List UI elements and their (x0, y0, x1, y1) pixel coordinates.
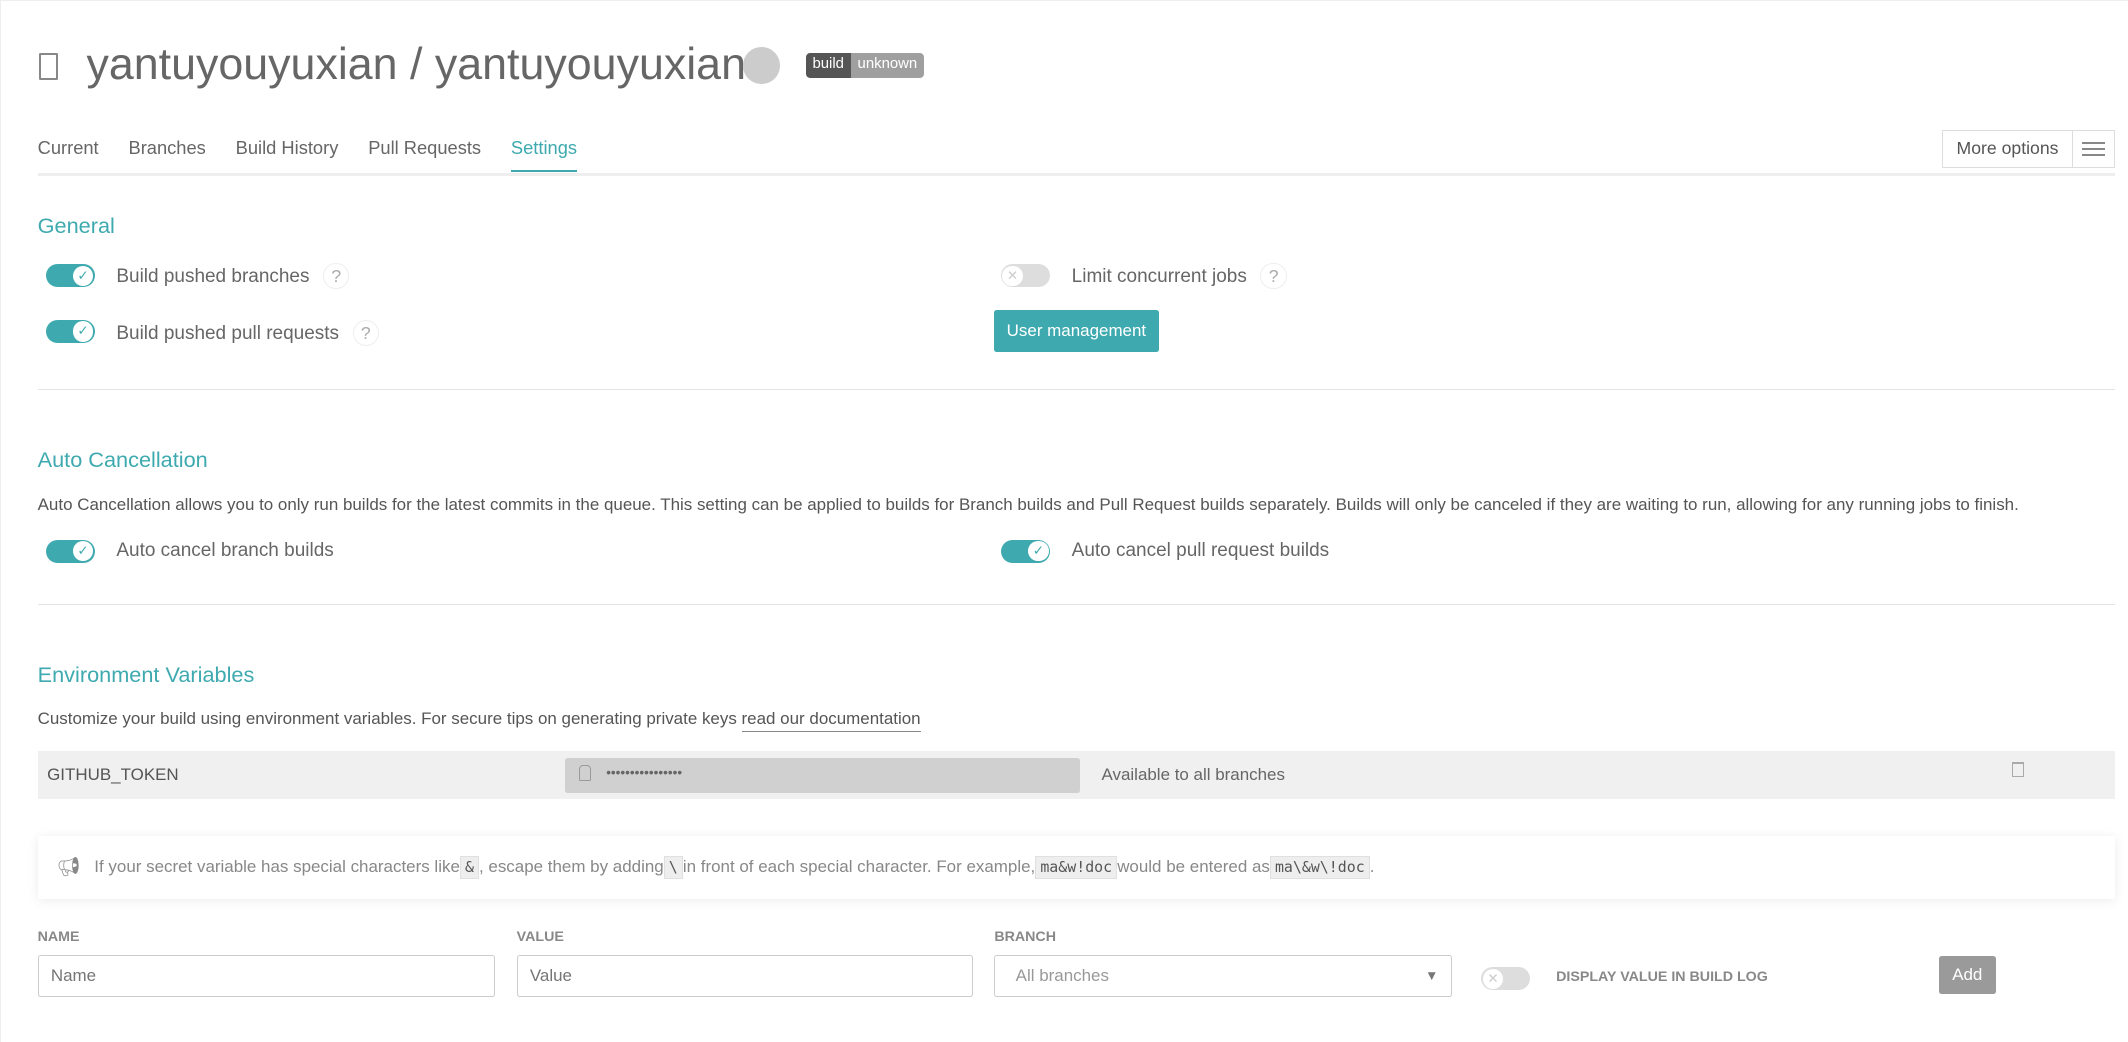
general-heading: General (37, 212, 115, 238)
megaphone-icon: 📢︎ (56, 857, 81, 879)
auto-cancel-pr-label: Auto cancel pull request builds (1071, 539, 1330, 561)
value-field-label: VALUE (516, 929, 564, 946)
limit-concurrent-row: Limit concurrent jobs? (1071, 262, 1287, 290)
name-field-label: NAME (37, 929, 80, 946)
hamburger-icon (2072, 130, 2114, 167)
env-vars-heading: Environment Variables (37, 661, 255, 687)
add-button[interactable]: Add (1938, 956, 1996, 995)
note-text: If your secret variable has special char… (94, 857, 460, 877)
env-description-text: Customize your build using environment v… (37, 709, 742, 729)
github-icon[interactable] (743, 47, 780, 84)
env-var-row: GITHUB_TOKEN •••••••••••••••• Available … (37, 751, 2116, 799)
masked-value: •••••••••••••••• (606, 764, 683, 780)
branch-field-label: BRANCH (994, 929, 1056, 946)
env-var-name: GITHUB_TOKEN (47, 764, 179, 784)
user-management-button[interactable]: User management (994, 310, 1159, 353)
tab-branches[interactable]: Branches (128, 137, 205, 172)
build-status-badge[interactable]: build unknown (805, 52, 924, 79)
help-icon[interactable]: ? (1260, 262, 1287, 290)
note-code: \ (663, 856, 683, 879)
display-value-label: DISPLAY VALUE IN BUILD LOG (1556, 968, 1768, 985)
note-code: ma\&w\!doc (1269, 856, 1370, 879)
more-options-label: More options (1956, 138, 2059, 159)
tab-pull-requests[interactable]: Pull Requests (368, 137, 481, 172)
limit-concurrent-label: Limit concurrent jobs (1071, 265, 1247, 287)
env-vars-description: Customize your build using environment v… (37, 709, 921, 733)
trash-icon[interactable] (2012, 762, 2025, 778)
badge-label: build (805, 52, 851, 79)
build-pushed-branches-row: Build pushed branches? (116, 262, 350, 290)
env-var-branch: Available to all branches (1101, 764, 1285, 784)
tab-build-history[interactable]: Build History (236, 137, 339, 172)
auto-cancel-heading: Auto Cancellation (37, 447, 208, 473)
limit-concurrent-toggle[interactable] (1001, 264, 1050, 288)
env-var-value: •••••••••••••••• (565, 758, 1080, 794)
special-chars-note: 📢︎ If your secret variable has special c… (37, 835, 2116, 900)
tab-current[interactable]: Current (38, 137, 99, 172)
auto-cancel-description: Auto Cancellation allows you to only run… (37, 494, 2019, 514)
build-pushed-prs-row: Build pushed pull requests? (116, 319, 380, 347)
tab-settings[interactable]: Settings (510, 137, 578, 172)
branch-select[interactable]: All branches ▼ (994, 954, 1452, 998)
build-pushed-prs-toggle[interactable] (45, 319, 95, 343)
help-icon[interactable]: ? (323, 262, 350, 290)
note-text: in front of each special character. For … (682, 857, 1036, 877)
build-pushed-prs-label: Build pushed pull requests (116, 322, 340, 344)
badge-status: unknown (850, 52, 924, 79)
divider (37, 389, 2116, 391)
branch-select-value: All branches (1015, 965, 1109, 985)
name-input[interactable] (37, 954, 495, 998)
dropdown-arrow-icon: ▼ (1424, 967, 1439, 983)
tab-divider (37, 173, 2116, 177)
lock-icon (579, 764, 592, 782)
note-text: , escape them by adding (478, 857, 664, 877)
tab-bar: Current Branches Build History Pull Requ… (38, 137, 578, 172)
auto-cancel-branch-label: Auto cancel branch builds (116, 539, 334, 561)
display-value-toggle[interactable] (1481, 967, 1531, 991)
documentation-link[interactable]: read our documentation (741, 709, 921, 733)
repo-icon (38, 52, 58, 80)
auto-cancel-branch-toggle[interactable] (45, 539, 95, 563)
more-options-button[interactable]: More options (1941, 129, 2116, 168)
auto-cancel-pr-toggle[interactable] (1001, 539, 1050, 563)
value-input[interactable] (516, 954, 973, 998)
note-code: ma&w!doc (1035, 856, 1118, 879)
note-code: & (459, 856, 479, 879)
note-text: . (1369, 857, 1375, 877)
note-text: would be entered as (1117, 857, 1270, 877)
divider (37, 603, 2116, 605)
build-pushed-branches-label: Build pushed branches (116, 265, 310, 287)
page-title: yantuyouyuxian / yantuyouyuxian (86, 38, 746, 89)
help-icon[interactable]: ? (352, 319, 380, 347)
build-pushed-branches-toggle[interactable] (45, 264, 95, 288)
